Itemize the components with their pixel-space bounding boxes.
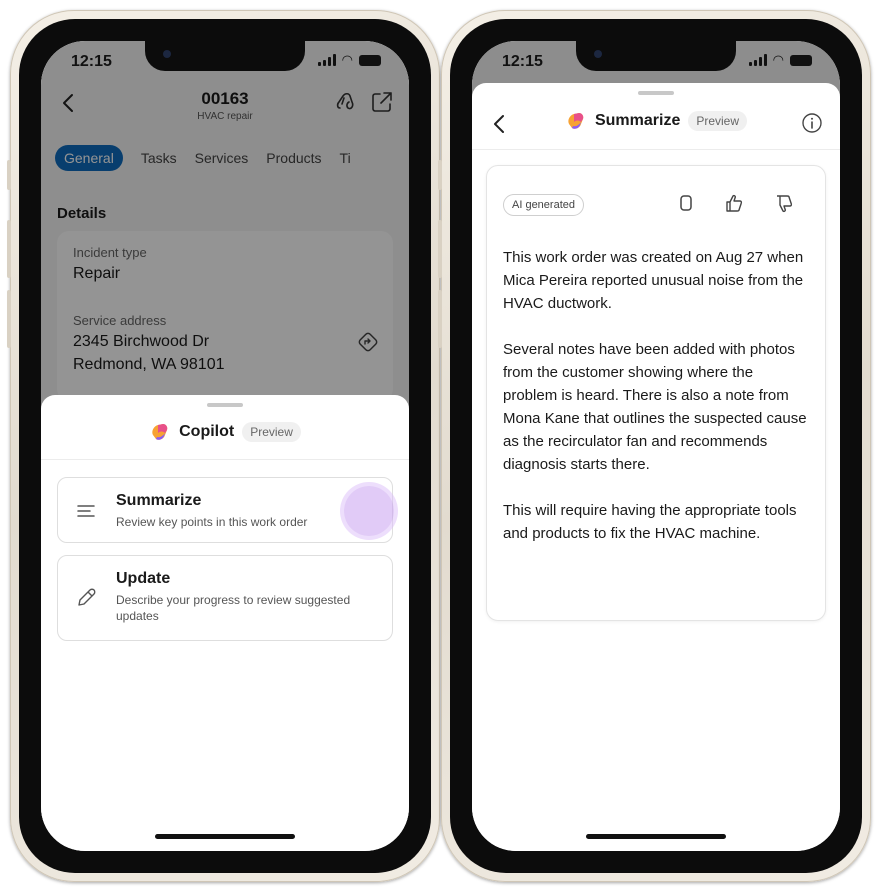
update-title: Update [116,570,171,587]
summary-paragraph-1: This work order was created on Aug 27 wh… [503,249,804,312]
phone-bezel: 12:15 ◠ 00163 HVAC repair General Tasks … [19,19,431,873]
battery-icon [359,54,381,66]
copy-icon[interactable] [675,192,697,214]
summarize-action[interactable]: Summarize Review key points in this work… [57,477,394,543]
status-time: 12:15 [502,53,543,70]
volume-down-button [438,290,442,348]
camera-dot [594,50,602,58]
home-indicator[interactable] [586,834,726,839]
summary-paragraph-2: Several notes have been added with photo… [503,341,807,473]
preview-badge: Preview [242,422,301,442]
pencil-icon [78,588,96,606]
summarize-description: Review key points in this work order [116,515,308,529]
summarize-header: Summarize Preview [472,107,840,141]
notch [145,41,305,71]
header-divider [472,149,840,150]
volume-up-button [7,220,11,278]
info-icon[interactable] [800,111,824,135]
right-screen: 12:15 ◠ Summarize Preview AI generated T… [472,41,840,851]
signal-icon [317,54,336,66]
update-description: Describe your progress to review suggest… [116,593,351,623]
left-screen: 12:15 ◠ 00163 HVAC repair General Tasks … [41,41,409,851]
status-icons: ◠ [748,52,812,67]
wifi-icon: ◠ [341,52,353,67]
copilot-title: Copilot [179,423,235,440]
sheet-divider [41,459,409,460]
phone-bezel: 12:15 ◠ Summarize Preview AI generated T… [450,19,862,873]
home-indicator[interactable] [155,834,295,839]
notch [576,41,736,71]
copilot-sheet-title: Copilot Preview [41,417,409,447]
battery-icon [790,54,812,66]
summarize-title: Summarize [116,492,202,509]
mute-switch [7,160,11,190]
summary-text: This work order was created on Aug 27 wh… [503,246,811,568]
summarize-sheet: Summarize Preview AI generated This work… [472,83,840,851]
summarize-title-group: Summarize Preview [472,110,840,132]
touch-indicator [344,486,394,536]
signal-icon [748,54,767,66]
status-time: 12:15 [71,53,112,70]
status-icons: ◠ [317,52,381,67]
ai-generated-badge: AI generated [503,194,584,216]
wifi-icon: ◠ [772,52,784,67]
summarize-title: Summarize [594,112,681,129]
copilot-sheet: Copilot Preview Summarize Review key poi… [41,395,409,851]
camera-dot [163,50,171,58]
sheet-grabber[interactable] [207,403,243,407]
summary-paragraph-3: This will require having the appropriate… [503,502,797,542]
mute-switch [438,160,442,190]
sheet-grabber[interactable] [638,91,674,95]
preview-badge: Preview [688,111,748,131]
copilot-logo-icon [568,113,584,129]
thumbs-up-icon[interactable] [723,192,745,214]
copilot-logo-icon [152,424,168,440]
left-phone: 12:15 ◠ 00163 HVAC repair General Tasks … [7,10,440,882]
volume-up-button [438,220,442,278]
volume-down-button [7,290,11,348]
update-action[interactable]: Update Describe your progress to review … [57,555,393,641]
right-phone: 12:15 ◠ Summarize Preview AI generated T… [438,10,871,882]
lines-icon [77,505,95,517]
summary-card: AI generated This work order was created… [486,165,826,621]
thumbs-down-icon[interactable] [773,192,795,214]
